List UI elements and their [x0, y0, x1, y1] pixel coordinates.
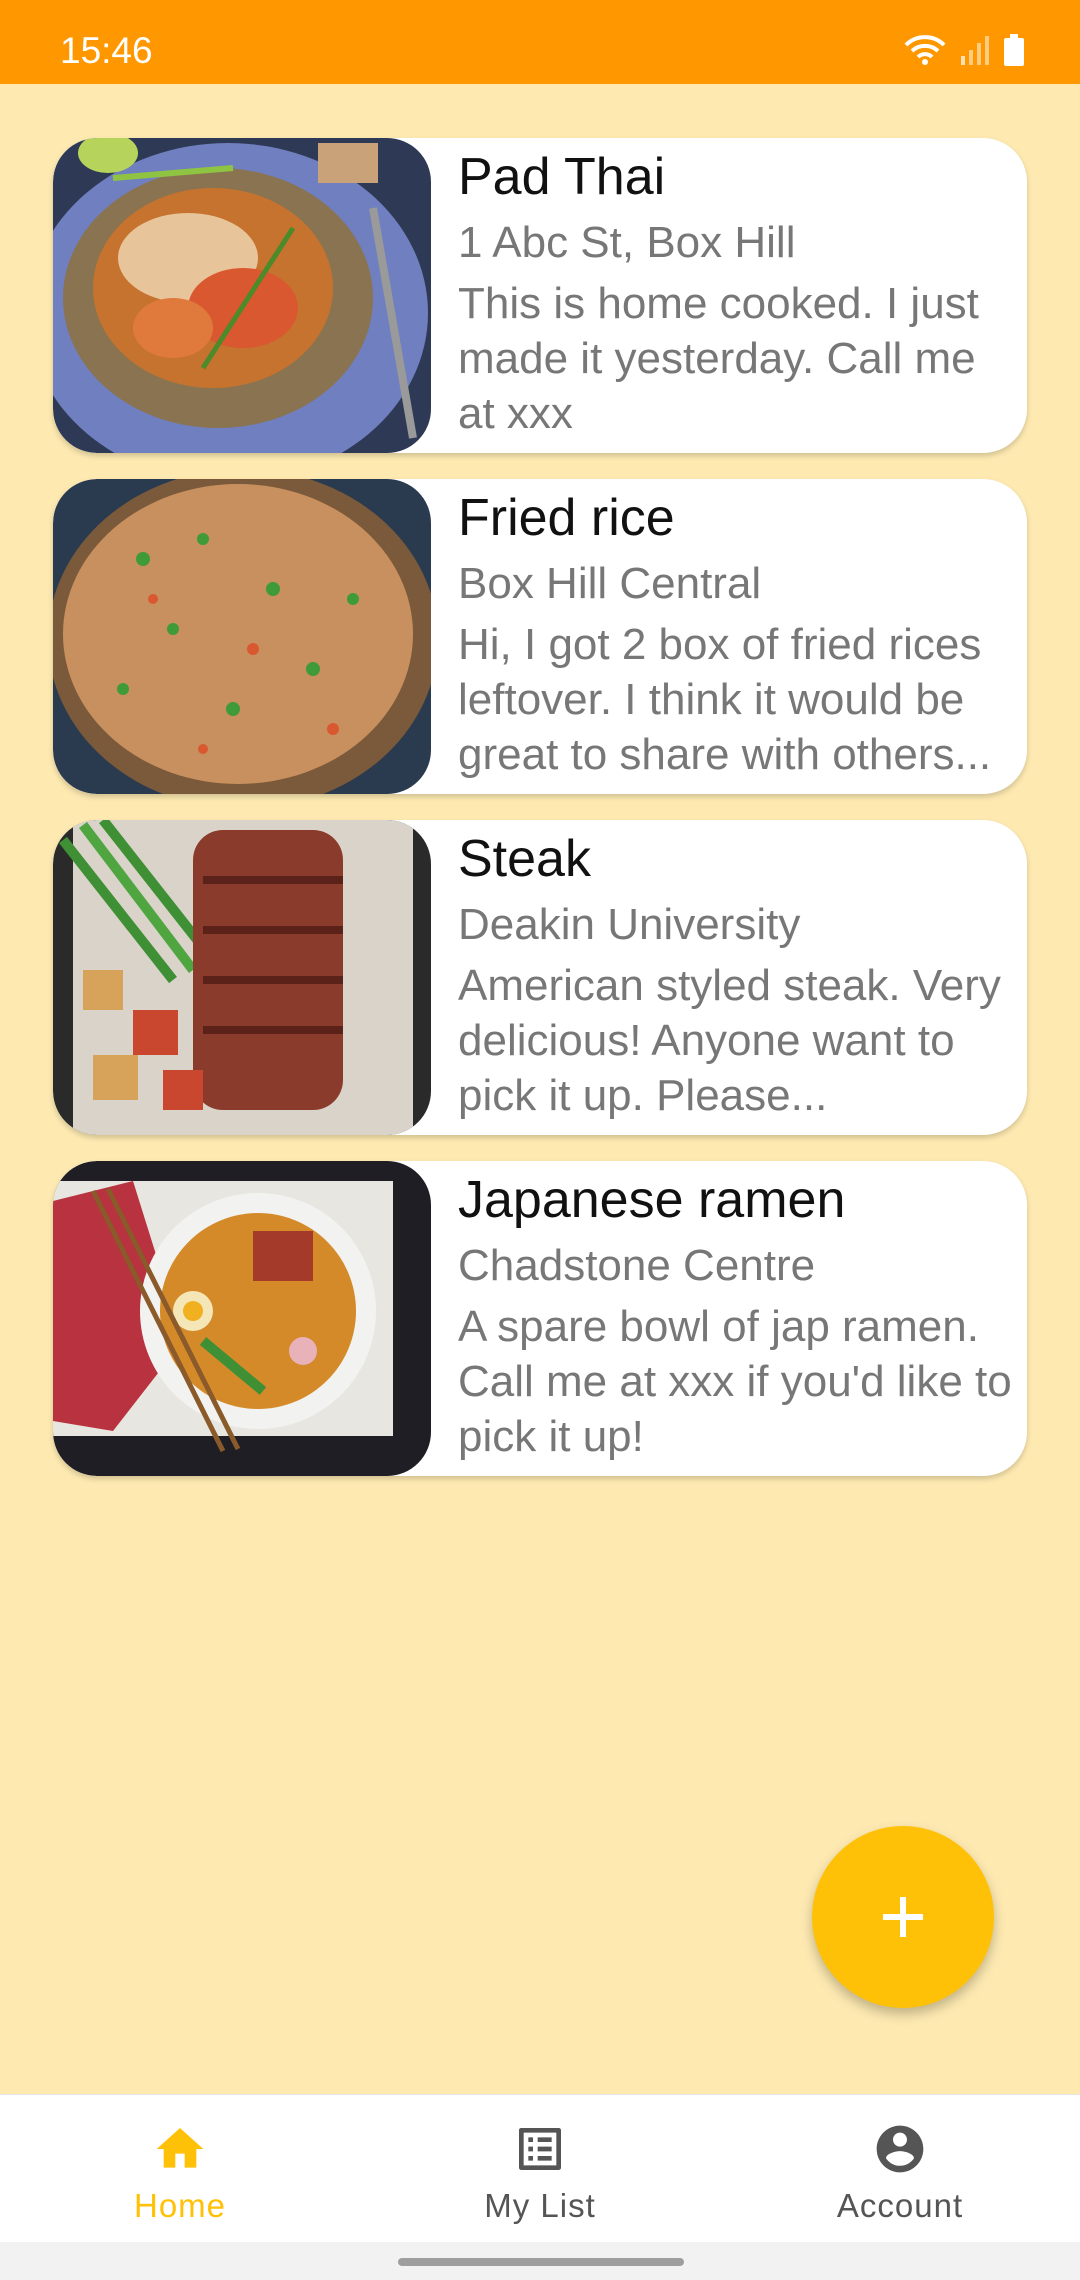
- account-icon: [876, 2125, 924, 2173]
- food-post-card[interactable]: Pad Thai 1 Abc St, Box Hill This is home…: [53, 138, 1027, 453]
- nav-home[interactable]: Home: [0, 2095, 360, 2243]
- post-description: American styled steak. Very delicious! A…: [458, 961, 1001, 1120]
- home-icon: [156, 2128, 204, 2168]
- battery-icon: [1004, 34, 1024, 66]
- home-indicator[interactable]: [398, 2258, 684, 2266]
- post-description: Hi, I got 2 box of fried rices leftover.…: [458, 620, 992, 779]
- food-post-card[interactable]: Steak Deakin University American styled …: [53, 820, 1027, 1135]
- status-icons: [904, 30, 1024, 70]
- post-description: A spare bowl of jap ramen. Call me at xx…: [458, 1302, 1012, 1461]
- bottom-navigation: Home My List Account: [0, 2094, 1080, 2243]
- post-title: Pad Thai: [458, 148, 666, 206]
- food-photo-fried-rice: [53, 479, 431, 794]
- food-post-card[interactable]: Japanese ramen Chadstone Centre A spare …: [53, 1161, 1027, 1476]
- post-description: This is home cooked. I just made it yest…: [458, 279, 979, 438]
- food-post-card[interactable]: Fried rice Box Hill Central Hi, I got 2 …: [53, 479, 1027, 794]
- food-post-list: Pad Thai 1 Abc St, Box Hill This is home…: [53, 138, 1027, 1502]
- status-bar: 15:46: [0, 0, 1080, 84]
- gesture-bar: [0, 2242, 1080, 2280]
- post-location: 1 Abc St, Box Hill: [458, 218, 796, 267]
- post-location: Chadstone Centre: [458, 1241, 816, 1290]
- nav-my-list[interactable]: My List: [360, 2095, 720, 2243]
- add-post-button[interactable]: [812, 1826, 994, 2008]
- post-title: Japanese ramen: [458, 1171, 846, 1229]
- post-location: Box Hill Central: [458, 559, 762, 608]
- plus-icon: [883, 1897, 923, 1937]
- food-photo-ramen: [53, 1161, 431, 1476]
- signal-icon: [961, 36, 989, 65]
- post-title: Steak: [458, 830, 591, 888]
- food-photo-steak: [53, 820, 431, 1135]
- nav-label: My List: [484, 2187, 596, 2224]
- nav-label: Home: [133, 2187, 227, 2224]
- post-location: Deakin University: [458, 900, 801, 949]
- nav-account[interactable]: Account: [720, 2095, 1080, 2243]
- food-photo-pad-thai: [53, 138, 431, 453]
- status-time: 15:46: [60, 30, 153, 71]
- list-icon: [519, 2128, 561, 2170]
- nav-label: Account: [836, 2187, 964, 2224]
- wifi-icon: [904, 35, 946, 65]
- post-title: Fried rice: [458, 489, 675, 547]
